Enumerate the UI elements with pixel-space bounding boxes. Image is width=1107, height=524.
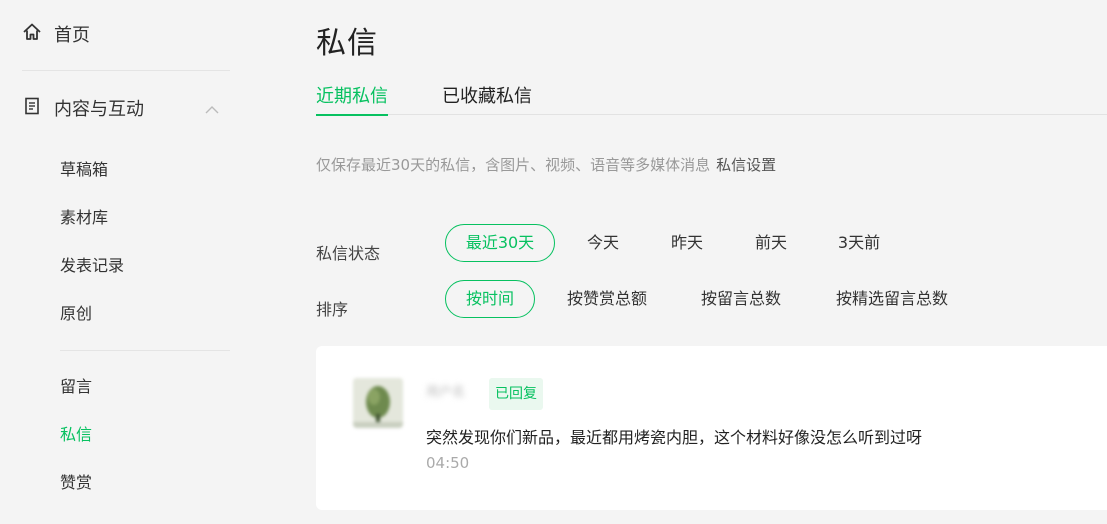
- filter-day-before-yesterday[interactable]: 前天: [740, 224, 802, 262]
- chevron-up-icon[interactable]: [204, 101, 220, 120]
- app: 首页 内容与互动 草稿箱 素材库 发表记录 原创 留言 私信 赞赏 私信 近期私…: [0, 0, 1107, 524]
- sort-by-comment-total[interactable]: 按留言总数: [690, 280, 792, 318]
- sort-by-featured-comment-total[interactable]: 按精选留言总数: [824, 280, 960, 318]
- sort-by-reward-total[interactable]: 按赞赏总额: [556, 280, 658, 318]
- message-settings-link[interactable]: 私信设置: [716, 156, 776, 174]
- tab-starred-messages[interactable]: 已收藏私信: [442, 82, 532, 115]
- sort-label: 排序: [316, 300, 349, 319]
- sidebar-group-content[interactable]: 内容与互动: [22, 92, 232, 124]
- sidebar-item-materials[interactable]: 素材库: [60, 206, 108, 230]
- message-username[interactable]: 用户名: [426, 386, 476, 400]
- retention-notice: 仅保存最近30天的私信，含图片、视频、语音等多媒体消息 私信设置: [316, 154, 776, 175]
- sidebar-item-original[interactable]: 原创: [60, 302, 92, 326]
- sidebar-item-rewards[interactable]: 赞赏: [60, 471, 92, 495]
- sidebar-item-publish-records[interactable]: 发表记录: [60, 254, 124, 278]
- tab-bar: 近期私信 已收藏私信: [316, 78, 1107, 116]
- sidebar-item-label: 首页: [54, 25, 90, 46]
- page-title: 私信: [316, 26, 378, 61]
- filter-3-days-ago[interactable]: 3天前: [822, 224, 896, 262]
- home-icon: [22, 22, 42, 46]
- filter-today[interactable]: 今天: [572, 224, 634, 262]
- status-filter-label: 私信状态: [316, 244, 381, 263]
- notice-text: 仅保存最近30天的私信，含图片、视频、语音等多媒体消息: [316, 156, 711, 174]
- sidebar-item-home[interactable]: 首页: [22, 18, 90, 50]
- filter-yesterday[interactable]: 昨天: [656, 224, 718, 262]
- sort-by-time[interactable]: 按时间: [445, 280, 535, 318]
- sidebar-divider: [60, 350, 230, 351]
- message-time: 04:50: [426, 454, 470, 472]
- sidebar-item-comments[interactable]: 留言: [60, 375, 92, 399]
- avatar[interactable]: [353, 378, 403, 428]
- document-icon: [22, 96, 42, 120]
- sidebar-divider: [22, 70, 230, 71]
- main-content: 私信 近期私信 已收藏私信 仅保存最近30天的私信，含图片、视频、语音等多媒体消…: [262, 0, 1107, 524]
- sidebar: 首页 内容与互动 草稿箱 素材库 发表记录 原创 留言 私信 赞赏: [0, 0, 260, 524]
- status-badge: 已回复: [489, 378, 543, 410]
- sidebar-item-drafts[interactable]: 草稿箱: [60, 158, 108, 182]
- message-text: 突然发现你们新品，最近都用烤瓷内胆，这个材料好像没怎么听到过呀: [426, 428, 923, 447]
- tab-recent-messages[interactable]: 近期私信: [316, 82, 388, 116]
- sidebar-item-messages[interactable]: 私信: [60, 423, 92, 447]
- filter-last-30-days[interactable]: 最近30天: [445, 224, 555, 262]
- sidebar-group-label: 内容与互动: [54, 99, 144, 120]
- message-card[interactable]: 用户名 已回复 突然发现你们新品，最近都用烤瓷内胆，这个材料好像没怎么听到过呀 …: [316, 346, 1107, 510]
